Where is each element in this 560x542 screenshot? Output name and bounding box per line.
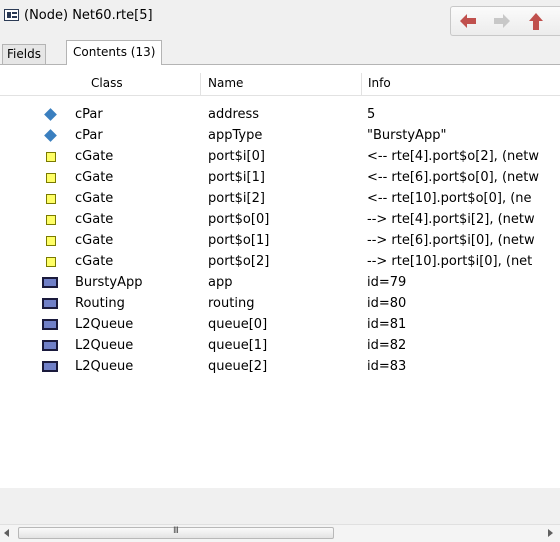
gate-icon [46, 257, 56, 267]
horizontal-scrollbar[interactable]: III [0, 524, 560, 542]
row-name: address [208, 107, 260, 122]
table-row[interactable]: cGate port$i[2] <-- rte[10].port$o[0], (ne [0, 189, 560, 210]
row-info: id=83 [367, 359, 407, 374]
table-row[interactable]: L2Queue queue[1] id=82 [0, 336, 560, 357]
row-class: cGate [75, 191, 114, 206]
row-info: <-- rte[10].port$o[0], (ne [367, 191, 532, 206]
row-class: L2Queue [75, 338, 134, 353]
row-class: cGate [75, 233, 114, 248]
contents-panel: Class Name Info cPar address 5 cPar appType "… [0, 64, 560, 542]
tab-contents[interactable]: Contents (13) [66, 40, 163, 65]
row-class: cGate [75, 170, 114, 185]
module-icon [42, 277, 58, 288]
column-header-class[interactable]: Class [91, 76, 123, 90]
row-class: cGate [75, 149, 114, 164]
column-header-name[interactable]: Name [208, 76, 243, 90]
forward-button[interactable] [491, 10, 513, 32]
row-info: id=82 [367, 338, 407, 353]
row-class: cGate [75, 212, 114, 227]
row-class: Routing [75, 296, 125, 311]
gate-icon [46, 152, 56, 162]
contents-list: cPar address 5 cPar appType "BurstyApp" cGate p… [0, 105, 560, 378]
row-name: routing [208, 296, 255, 311]
row-name: port$i[1] [208, 170, 265, 185]
gate-icon [46, 236, 56, 246]
row-info: "BurstyApp" [367, 128, 447, 143]
row-info: --> rte[10].port$i[0], (net [367, 254, 533, 269]
arrow-up-icon [529, 13, 543, 30]
row-info: --> rte[4].port$i[2], (netw [367, 212, 535, 227]
gate-icon [46, 194, 56, 204]
column-divider[interactable] [200, 73, 201, 95]
row-info: --> rte[6].port$i[0], (netw [367, 233, 535, 248]
parameter-icon [44, 129, 57, 142]
row-class: L2Queue [75, 359, 134, 374]
row-class: cGate [75, 254, 114, 269]
tab-bar: Fields Contents (13) [0, 40, 560, 65]
scrollbar-grip: III [173, 526, 179, 536]
module-icon [42, 340, 58, 351]
scroll-left-icon[interactable] [4, 529, 9, 537]
table-row[interactable]: cGate port$o[1] --> rte[6].port$i[0], (net… [0, 231, 560, 252]
row-name: queue[0] [208, 317, 268, 332]
row-info: id=79 [367, 275, 407, 290]
row-class: cPar [75, 107, 103, 122]
row-name: port$i[0] [208, 149, 265, 164]
table-row[interactable]: L2Queue queue[0] id=81 [0, 315, 560, 336]
row-info: 5 [367, 107, 376, 122]
parameter-icon [44, 108, 57, 121]
row-info: id=81 [367, 317, 407, 332]
table-row[interactable]: cPar address 5 [0, 105, 560, 126]
gate-icon [46, 173, 56, 183]
module-icon [42, 319, 58, 330]
table-row[interactable]: BurstyApp app id=79 [0, 273, 560, 294]
module-icon [42, 298, 58, 309]
gate-icon [46, 215, 56, 225]
row-class: cPar [75, 128, 103, 143]
table-row[interactable]: cGate port$o[2] --> rte[10].port$i[0], (ne… [0, 252, 560, 273]
back-button[interactable] [457, 10, 479, 32]
row-info: <-- rte[6].port$o[0], (netw [367, 170, 539, 185]
node-object-icon [4, 9, 19, 21]
row-name: port$o[2] [208, 254, 270, 269]
scroll-right-icon[interactable] [548, 529, 553, 537]
row-name: appType [208, 128, 263, 143]
inspector-title: (Node) Net60.rte[5] [24, 8, 153, 23]
row-name: queue[2] [208, 359, 268, 374]
arrow-right-icon [494, 14, 510, 28]
table-row[interactable]: cGate port$i[1] <-- rte[6].port$o[0], (net… [0, 168, 560, 189]
row-info: id=80 [367, 296, 407, 311]
table-row[interactable]: cGate port$i[0] <-- rte[4].port$o[2], (net… [0, 147, 560, 168]
module-icon [42, 361, 58, 372]
column-header-info[interactable]: Info [368, 76, 391, 90]
table-row[interactable]: Routing routing id=80 [0, 294, 560, 315]
row-name: queue[1] [208, 338, 268, 353]
navigation-toolbar [450, 6, 560, 36]
scrollbar-thumb[interactable]: III [18, 526, 334, 539]
row-class: BurstyApp [75, 275, 143, 290]
table-header: Class Name Info [0, 73, 560, 96]
column-divider[interactable] [361, 73, 362, 95]
row-info: <-- rte[4].port$o[2], (netw [367, 149, 539, 164]
row-name: app [208, 275, 233, 290]
up-button[interactable] [525, 10, 547, 32]
row-name: port$o[1] [208, 233, 270, 248]
table-row[interactable]: cPar appType "BurstyApp" [0, 126, 560, 147]
inspector-title-bar: (Node) Net60.rte[5] [0, 0, 560, 40]
arrow-left-icon [460, 14, 476, 28]
table-row[interactable]: cGate port$o[0] --> rte[4].port$i[2], (net… [0, 210, 560, 231]
table-row[interactable]: L2Queue queue[2] id=83 [0, 357, 560, 378]
row-name: port$i[2] [208, 191, 265, 206]
row-name: port$o[0] [208, 212, 270, 227]
tab-fields[interactable]: Fields [2, 44, 46, 64]
row-class: L2Queue [75, 317, 134, 332]
